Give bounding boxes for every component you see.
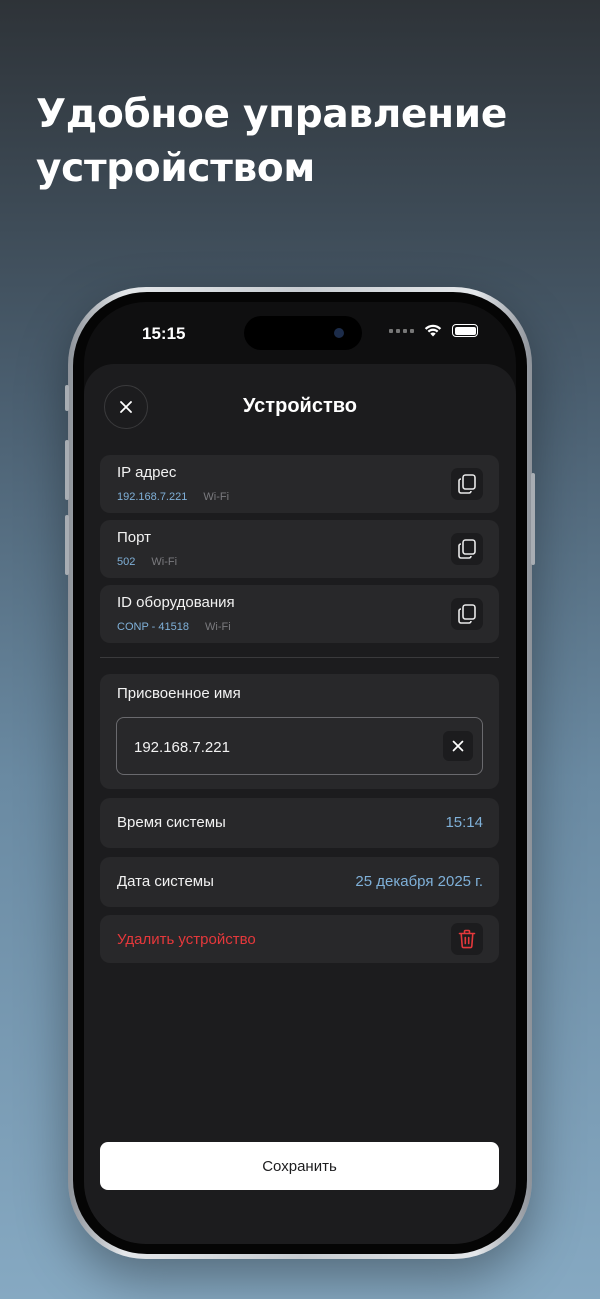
- headline-line-1: Удобное управление: [36, 92, 507, 137]
- info-card-title: Порт: [117, 529, 152, 546]
- system-time-row[interactable]: Время системы 15:14: [100, 798, 499, 848]
- volume-down-button: [65, 515, 69, 575]
- delete-device-label[interactable]: Удалить устройство: [117, 931, 256, 948]
- headline-line-2: устройством: [36, 146, 315, 191]
- clear-icon: [452, 740, 464, 752]
- promo-headline: Удобное управление устройством: [36, 88, 576, 196]
- clear-name-button[interactable]: [443, 731, 473, 761]
- system-time-value[interactable]: 15:14: [445, 814, 483, 831]
- info-card-title: ID оборудования: [117, 594, 235, 611]
- status-icons: [389, 324, 478, 337]
- system-date-label: Дата системы: [117, 873, 214, 890]
- info-card-title: IP адрес: [117, 464, 177, 481]
- info-card-equipment-id: ID оборудования CONP - 41518 Wi-Fi: [100, 585, 499, 643]
- battery-icon: [452, 324, 478, 337]
- info-card-value: 192.168.7.221: [117, 491, 188, 503]
- wifi-icon: [424, 324, 442, 337]
- system-date-value[interactable]: 25 декабря 2025 г.: [355, 873, 483, 890]
- dynamic-island: [244, 316, 362, 350]
- status-time: 15:15: [142, 324, 186, 343]
- system-date-row[interactable]: Дата системы 25 декабря 2025 г.: [100, 857, 499, 907]
- sheet-title: Устройство: [243, 395, 357, 417]
- signal-icon: [389, 328, 414, 333]
- trash-icon: [458, 929, 476, 949]
- system-time-label: Время системы: [117, 814, 226, 831]
- delete-device-row[interactable]: Удалить устройство: [100, 915, 499, 963]
- copy-icon: [458, 474, 476, 494]
- assigned-name-label: Присвоенное имя: [117, 685, 241, 702]
- assigned-name-field[interactable]: [116, 717, 483, 776]
- info-card-value: 502: [117, 556, 136, 568]
- info-card-port: Порт 502 Wi-Fi: [100, 520, 499, 578]
- device-sheet: Устройство IP адрес 192.168.7.221 Wi-Fi …: [84, 364, 516, 1244]
- copy-ip-button[interactable]: [451, 468, 483, 500]
- info-card-ip: IP адрес 192.168.7.221 Wi-Fi: [100, 455, 499, 513]
- copy-equipment-id-button[interactable]: [451, 598, 483, 630]
- assigned-name-card: Присвоенное имя: [100, 674, 499, 789]
- info-card-network: Wi-Fi: [205, 621, 231, 633]
- section-divider: [100, 657, 499, 658]
- delete-device-button[interactable]: [451, 923, 483, 955]
- assigned-name-input[interactable]: [132, 718, 436, 776]
- info-card-network: Wi-Fi: [203, 491, 230, 503]
- save-button[interactable]: Сохранить: [100, 1142, 499, 1190]
- info-card-network: Wi-Fi: [151, 556, 178, 568]
- copy-port-button[interactable]: [451, 533, 483, 565]
- copy-icon: [458, 539, 476, 559]
- phone-screen: 15:15 Устройство IP адрес 192.168.7.221 …: [84, 302, 516, 1244]
- power-button: [531, 473, 535, 565]
- copy-icon: [458, 604, 476, 624]
- info-card-value: CONP - 41518: [117, 621, 189, 633]
- action-button: [65, 385, 69, 411]
- volume-up-button: [65, 440, 69, 500]
